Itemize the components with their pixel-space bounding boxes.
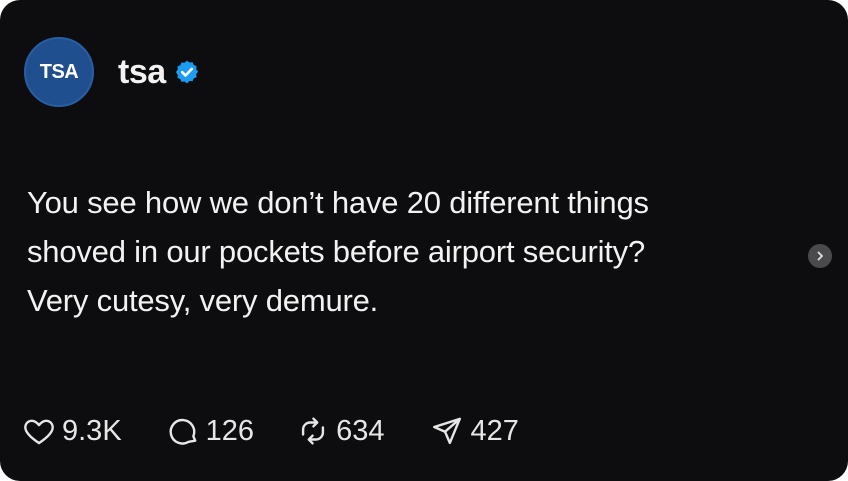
reply-count: 126 bbox=[205, 414, 255, 447]
next-button[interactable] bbox=[808, 244, 832, 268]
like-count: 9.3K bbox=[62, 414, 122, 447]
comment-icon bbox=[169, 418, 197, 445]
share-button[interactable]: 427 bbox=[430, 414, 519, 448]
username[interactable]: tsa bbox=[118, 53, 166, 92]
post-text-line: You see how we don’t have 20 different t… bbox=[27, 185, 649, 220]
repost-icon bbox=[301, 417, 325, 445]
post-header: TSA tsa bbox=[24, 37, 200, 107]
verified-badge-icon bbox=[174, 59, 200, 85]
like-button[interactable]: 9.3K bbox=[22, 414, 122, 448]
post-card: TSA tsa You see how we don’t have 20 dif… bbox=[0, 0, 848, 481]
post-text-line: Very cutesy, very demure. bbox=[27, 283, 379, 318]
post-text: You see how we don’t have 20 different t… bbox=[27, 178, 827, 325]
chevron-right-icon bbox=[817, 251, 823, 261]
share-count: 427 bbox=[470, 414, 519, 447]
repost-button[interactable]: 634 bbox=[296, 414, 384, 448]
avatar-text: TSA bbox=[39, 60, 79, 83]
heart-icon bbox=[24, 419, 54, 445]
share-icon bbox=[433, 417, 462, 445]
repost-count: 634 bbox=[336, 414, 385, 447]
post-text-line: shoved in our pockets before airport sec… bbox=[27, 234, 646, 269]
reply-button[interactable]: 126 bbox=[166, 414, 254, 448]
action-bar: 9.3K 126 634 427 bbox=[22, 414, 519, 448]
avatar[interactable]: TSA bbox=[24, 37, 94, 107]
